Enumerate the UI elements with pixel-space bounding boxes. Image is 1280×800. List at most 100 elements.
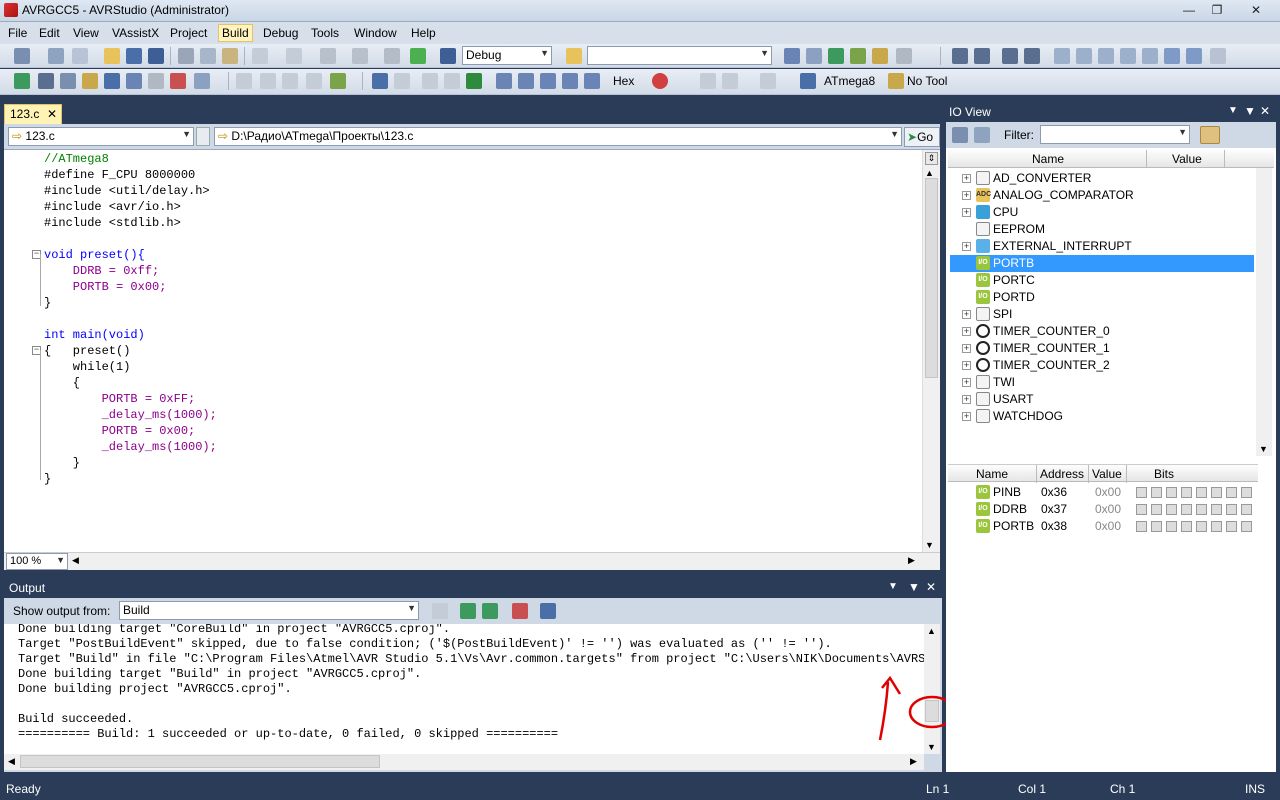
expand-icon[interactable]: + [962, 327, 971, 336]
io-tree-item[interactable]: + TIMER_COUNTER_0 [950, 323, 1254, 340]
register-bit[interactable] [1136, 521, 1147, 532]
start-debugging-icon[interactable] [410, 48, 426, 64]
prev-bookmark-icon[interactable] [1076, 48, 1092, 64]
close-window-button[interactable]: ✕ [1236, 1, 1276, 19]
menu-vassistx[interactable]: VAssistX [109, 25, 162, 41]
register-bit[interactable] [1181, 487, 1192, 498]
expand-icon[interactable]: + [962, 310, 971, 319]
object-browser-icon[interactable] [850, 48, 866, 64]
tool-icon[interactable] [38, 73, 54, 89]
menu-build[interactable]: Build [218, 24, 253, 42]
bookmark-icon[interactable] [1054, 48, 1070, 64]
register-bit[interactable] [1166, 521, 1177, 532]
pin-icon[interactable]: ▼ [1244, 104, 1256, 118]
io-tree-item[interactable]: + TIMER_COUNTER_1 [950, 340, 1254, 357]
scroll-right-icon[interactable]: ▶ [910, 756, 917, 767]
disassembly-icon[interactable] [306, 73, 322, 89]
next-doc-bookmark-icon[interactable] [1186, 48, 1202, 64]
io-tree-item[interactable]: + USART [950, 391, 1254, 408]
navigate-forward-icon[interactable] [352, 48, 368, 64]
io-tree-item[interactable]: + ADC ANALOG_COMPARATOR [950, 187, 1254, 204]
split-icon[interactable]: ⇕ [925, 152, 938, 165]
device-label[interactable]: ATmega8 [824, 74, 875, 88]
properties-icon[interactable] [806, 48, 822, 64]
scroll-left-icon[interactable]: ◀ [72, 555, 79, 566]
symbol-icon[interactable] [126, 73, 142, 89]
io-tree-item[interactable]: + CPU [950, 204, 1254, 221]
reg-col-name[interactable]: Name [976, 467, 1008, 481]
register-bit[interactable] [1211, 504, 1222, 515]
register-bit[interactable] [1136, 504, 1147, 515]
window-layout-icon[interactable] [896, 48, 912, 64]
expand-icon[interactable]: + [962, 174, 971, 183]
menu-window[interactable]: Window [351, 25, 400, 41]
register-bit[interactable] [1211, 487, 1222, 498]
reg-col-value[interactable]: Value [1092, 467, 1122, 481]
spell-check-icon[interactable] [170, 73, 186, 89]
copy-icon[interactable] [200, 48, 216, 64]
register-bit[interactable] [1241, 521, 1252, 532]
reg-col-bits[interactable]: Bits [1154, 467, 1174, 481]
find-message-icon[interactable] [432, 603, 448, 619]
scroll-down-icon[interactable]: ▼ [925, 540, 934, 550]
path-combo[interactable]: ⇨ D:\Радио\ATmega\Проекты\123.c ▼ [214, 127, 902, 146]
step-out-icon[interactable] [496, 73, 512, 89]
scroll-thumb[interactable] [925, 178, 938, 378]
expand-icon[interactable]: + [962, 412, 971, 421]
col-name[interactable]: Name [1032, 152, 1064, 166]
menu-project[interactable]: Project [167, 25, 210, 41]
scroll-left-icon[interactable]: ◀ [8, 756, 15, 767]
pause-icon[interactable] [444, 73, 460, 89]
next-message-icon[interactable] [482, 603, 498, 619]
register-row[interactable]: I/O PORTB 0x38 0x00 [950, 518, 1256, 535]
scroll-up-icon[interactable]: ▲ [925, 168, 934, 178]
close-tab-icon[interactable]: ✕ [47, 107, 57, 121]
io-tree-item[interactable]: + EXTERNAL_INTERRUPT [950, 238, 1254, 255]
step-into-icon[interactable] [372, 73, 388, 89]
edit-filter-icon[interactable] [1200, 126, 1220, 144]
undo-icon[interactable] [252, 48, 268, 64]
breakpoints-window-icon[interactable] [700, 73, 716, 89]
register-bit[interactable] [1166, 504, 1177, 515]
editor-vertical-scrollbar[interactable]: ⇕ ▲ ▼ [922, 150, 940, 552]
processor-icon[interactable] [330, 73, 346, 89]
registers-icon[interactable] [260, 73, 276, 89]
menu-tools[interactable]: Tools [308, 25, 342, 41]
solution-explorer-icon[interactable] [784, 48, 800, 64]
register-bit[interactable] [1181, 521, 1192, 532]
restart-icon[interactable] [584, 73, 600, 89]
stop-icon[interactable] [394, 73, 410, 89]
dropdown-icon[interactable]: ▼ [888, 581, 898, 592]
add-item-icon[interactable] [48, 48, 64, 64]
expand-icon[interactable]: + [962, 344, 971, 353]
build-solution-icon[interactable] [384, 48, 400, 64]
checkbox-icon[interactable] [14, 73, 30, 89]
code-editor[interactable]: − − //ATmega8 #define F_CPU 8000000 #inclu… [4, 150, 940, 552]
indent-icon[interactable] [952, 48, 968, 64]
expand-icon[interactable]: + [962, 191, 971, 200]
pin-icon[interactable]: ▼ [908, 580, 920, 594]
view-list-icon[interactable] [974, 127, 990, 143]
run-to-cursor-icon[interactable] [518, 73, 534, 89]
scroll-up-icon[interactable]: ▲ [927, 626, 936, 636]
extension-manager-icon[interactable] [872, 48, 888, 64]
register-row[interactable]: I/O PINB 0x36 0x00 [950, 484, 1256, 501]
zoom-combo[interactable]: 100 % ▼ [6, 553, 68, 570]
redo-icon[interactable] [286, 48, 302, 64]
register-bit[interactable] [1211, 521, 1222, 532]
scroll-right-icon[interactable]: ▶ [908, 555, 915, 566]
close-output-icon[interactable]: ✕ [926, 580, 936, 594]
register-bit[interactable] [1196, 521, 1207, 532]
new-project-icon[interactable] [14, 48, 30, 64]
step-over-icon[interactable] [422, 73, 438, 89]
lookup-icon[interactable] [104, 73, 120, 89]
cut-icon[interactable] [178, 48, 194, 64]
dropdown-icon[interactable]: ▼ [1228, 105, 1238, 116]
hex-toggle[interactable]: Hex [613, 74, 634, 88]
expand-icon[interactable]: + [962, 242, 971, 251]
register-bit[interactable] [1166, 487, 1177, 498]
refactor-icon[interactable] [148, 73, 164, 89]
io-tree-scrollbar[interactable]: ▼ [1256, 168, 1272, 456]
register-bit[interactable] [1181, 504, 1192, 515]
toolbox-icon[interactable] [828, 48, 844, 64]
